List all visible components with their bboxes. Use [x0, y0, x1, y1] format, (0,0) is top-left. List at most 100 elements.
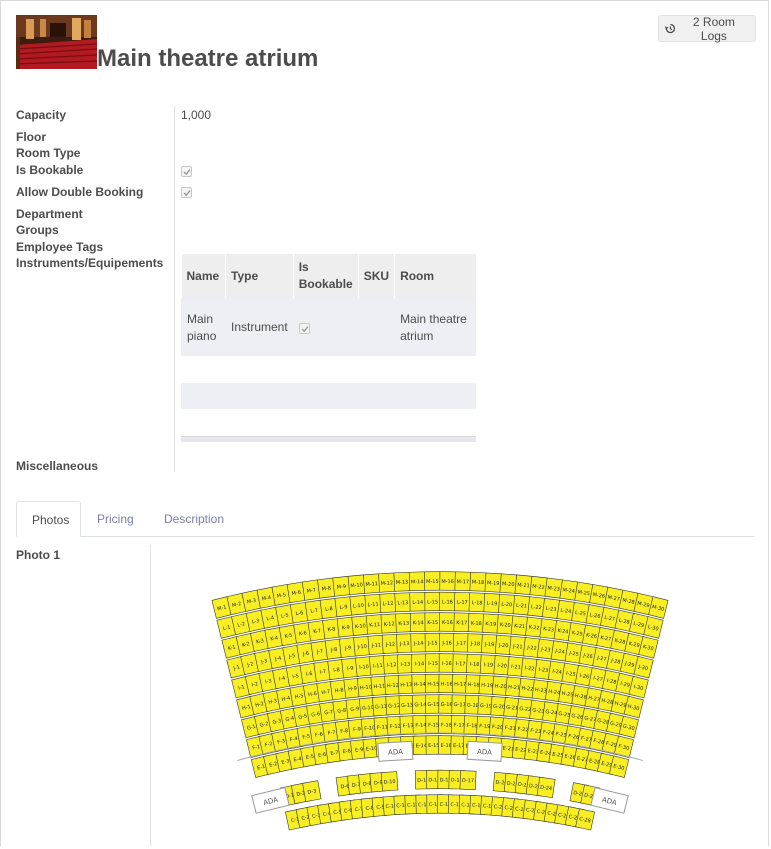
seat-label: H-20 — [494, 683, 506, 690]
seat-label: H-18 — [468, 682, 480, 688]
column-header-type[interactable]: Type — [225, 254, 294, 298]
seat-label: F-11 — [377, 724, 388, 731]
tab-photos[interactable]: Photos — [16, 501, 81, 537]
seat: L-17 — [454, 592, 471, 612]
seat: M-10 — [347, 574, 366, 596]
seat-label: G-12 — [388, 703, 400, 710]
seat-label: I-12 — [387, 662, 397, 669]
is-bookable-label: Is Bookable — [16, 163, 84, 177]
seat-label: J-7 — [316, 649, 324, 656]
seat-label: L-13 — [397, 600, 408, 606]
seat: D-10 — [380, 771, 399, 792]
room-logs-label: 2 Room Logs — [692, 14, 735, 43]
seat-label: F-17 — [454, 723, 465, 729]
seat: L-18 — [468, 592, 486, 613]
seat-label: I-20 — [497, 663, 507, 670]
seat-label: G-19 — [480, 703, 492, 710]
seat: I-13 — [396, 653, 414, 674]
column-header-room[interactable]: Room — [394, 254, 476, 298]
allow-double-booking-checkbox[interactable] — [181, 187, 192, 198]
empty-table-row — [181, 356, 476, 383]
seat: M-20 — [499, 573, 518, 594]
seat-label: G-14 — [414, 702, 426, 708]
seating-chart-image[interactable]: M-1 M-2 M-3 M-4 M-5 M-6 M-7 M-8 M-9 M-10 M-11 M-12 M… — [195, 553, 685, 846]
seat-label: F-15 — [428, 722, 439, 728]
seat-label: L-22 — [531, 604, 542, 611]
seat-label: M-9 — [337, 584, 347, 591]
seat: K-17 — [453, 612, 471, 633]
seat-label: K-16 — [442, 620, 453, 626]
seat-label: H-8 — [335, 687, 344, 694]
seat: L-21 — [512, 594, 531, 616]
seat-label: J-22 — [526, 645, 537, 652]
seat-label: F-16 — [441, 722, 452, 728]
seat-label: F-7 — [327, 730, 336, 737]
seat-label: F-6 — [315, 732, 324, 739]
seat: J-15 — [424, 632, 442, 653]
seat-label: E-17 — [453, 743, 464, 749]
seat: M-15 — [424, 571, 441, 591]
photo1-label: Photo 1 — [16, 548, 60, 562]
table-row[interactable]: Main piano Instrument Main theatre atriu… — [181, 298, 476, 359]
seat-label: L-15 — [427, 599, 438, 605]
seat: J-12 — [381, 633, 399, 654]
seat-label: K-18 — [471, 621, 482, 627]
seat-label: J-20 — [498, 642, 509, 649]
seat-label: K-17 — [456, 620, 467, 626]
seat-label: F-8 — [340, 728, 349, 735]
seat-label: I-18 — [470, 662, 480, 668]
seat-label: I-6 — [306, 671, 313, 678]
room-image[interactable] — [16, 15, 97, 69]
seat-label: E-9 — [355, 747, 364, 754]
seat-label: L-21 — [516, 603, 527, 610]
seat: L-10 — [349, 594, 368, 616]
seat: D-3 — [302, 780, 322, 802]
seat: L-20 — [498, 593, 516, 615]
seat-label: J-19 — [484, 642, 495, 649]
tab-description[interactable]: Description — [149, 501, 239, 537]
seat: L-19 — [483, 592, 501, 614]
seat-label: M-21 — [517, 582, 530, 589]
is-bookable-checkbox[interactable] — [181, 166, 192, 177]
seat-label: I-17 — [456, 661, 466, 667]
seat-label: J-5 — [287, 653, 295, 660]
seat: K-12 — [380, 613, 398, 634]
seat-label: I-22 — [524, 665, 534, 672]
seat-label: H-13 — [400, 682, 412, 688]
seat-label: L-6 — [295, 610, 304, 617]
seat: K-18 — [467, 612, 485, 633]
seat: L-9 — [334, 596, 353, 618]
column-header-sku[interactable]: SKU — [357, 254, 395, 298]
notebook-tabs: Photos Pricing Description — [16, 501, 755, 537]
column-header-name[interactable]: Name — [181, 254, 226, 298]
allow-double-booking-label: Allow Double Booking — [16, 185, 144, 199]
seat-label: G-11 — [375, 704, 387, 711]
seat-label: I-15 — [428, 661, 438, 667]
seat-label: E-10 — [366, 746, 378, 753]
seat-label: G-16 — [441, 702, 453, 708]
seat-label: J-17 — [455, 641, 466, 647]
tab-pricing[interactable]: Pricing — [82, 501, 149, 537]
seat: K-13 — [395, 612, 413, 633]
seat-label: K-15 — [427, 620, 438, 626]
seat: M-22 — [529, 575, 548, 597]
seat-label: H-10 — [360, 684, 372, 691]
seat-label: L-12 — [382, 601, 393, 608]
seat-label: H-21 — [508, 684, 520, 691]
column-header-is-bookable[interactable]: Is Bookable — [292, 254, 359, 298]
cell-name: Main piano — [181, 298, 226, 359]
seat-label: H-17 — [454, 682, 466, 688]
room-logs-button[interactable]: 2 Room Logs — [658, 14, 756, 43]
seat-label: J-12 — [385, 642, 396, 649]
seat-label: J-8 — [330, 647, 338, 654]
seat: I-16 — [438, 653, 456, 673]
room-type-label: Room Type — [16, 146, 81, 160]
seat-label: K-6 — [299, 630, 308, 637]
seat-label: K-21 — [514, 623, 525, 630]
seat-label: M-16 — [441, 579, 454, 585]
seat: K-15 — [424, 612, 441, 632]
seat-label: G-13 — [401, 702, 413, 708]
seat: M-23 — [544, 577, 563, 599]
seat-label: M-18 — [472, 580, 485, 587]
seat-label: K-7 — [313, 628, 322, 635]
